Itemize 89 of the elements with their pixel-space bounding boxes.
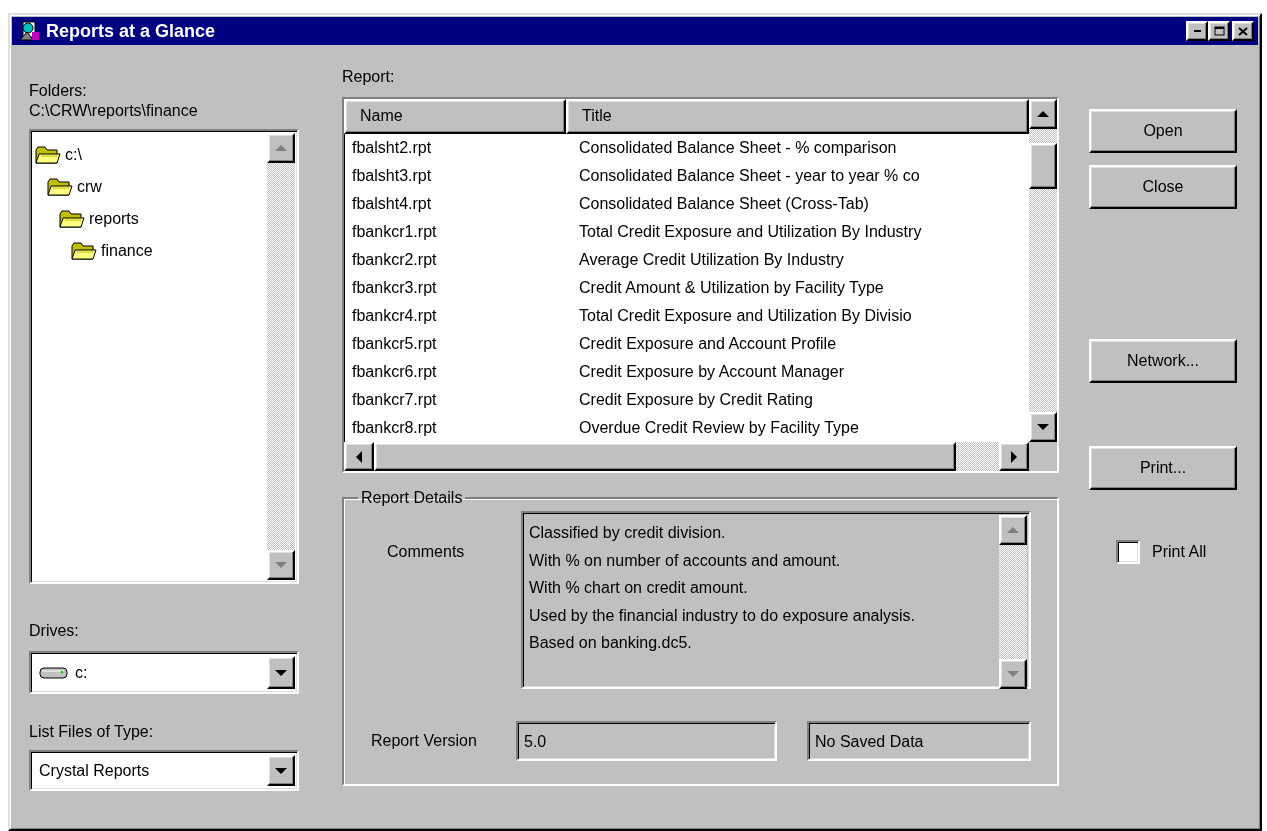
down-arrow-icon	[275, 669, 287, 676]
dropdown-button[interactable]	[267, 656, 295, 689]
report-title-cell-text: Total Credit Exposure and Utilization By Divisio	[578, 307, 913, 325]
scroll-left-button[interactable]	[344, 442, 374, 471]
app-icon	[18, 20, 40, 42]
column-header[interactable]: Name	[344, 99, 566, 134]
report-title-cell-text: Credit Amount & Utilization by Facility Type	[578, 279, 885, 297]
version-label: Report Version	[370, 731, 478, 751]
scroll-down-button[interactable]	[999, 659, 1027, 689]
left-arrow-icon	[356, 450, 362, 463]
report-title-cell-text: Average Credit Utilization By Industry	[578, 251, 845, 269]
scroll-down-button[interactable]	[267, 550, 295, 580]
vertical-scrollbar[interactable]	[267, 133, 295, 580]
drive-dropdown[interactable]: c:	[29, 651, 299, 694]
report-title-cell-text: Consolidated Balance Sheet - year to year % co	[578, 167, 921, 185]
print-all-checkbox[interactable]	[1116, 540, 1140, 564]
window-title: Reports at a Glance	[46, 20, 217, 42]
file-name-cell-text: fbankcr4.rpt	[351, 307, 438, 325]
drive-label: Drives:	[29, 621, 80, 641]
folder-tree[interactable]: c:\ crw reports finance	[29, 129, 299, 584]
dialog-button[interactable]: Network...	[1089, 339, 1237, 383]
scroll-down-button[interactable]	[1029, 412, 1057, 442]
horizontal-scrollbar[interactable]	[344, 442, 1029, 471]
maximize-icon	[1213, 26, 1225, 36]
down-arrow-icon	[275, 562, 287, 568]
report-title-cell-text: Total Credit Exposure and Utilization By Industry	[578, 223, 923, 241]
file-type-label: List Files of Type:	[29, 722, 155, 742]
report-title-cell-text: Consolidated Balance Sheet (Cross-Tab)	[578, 195, 870, 213]
saved-data-field[interactable]: No Saved Data	[807, 721, 1031, 761]
file-name-cell-text: fbalsht2.rpt	[351, 139, 433, 157]
up-arrow-icon	[275, 145, 287, 151]
report-list[interactable]	[342, 97, 1059, 473]
file-name-cell-text: fbankcr8.rpt	[351, 419, 438, 437]
right-arrow-icon	[1011, 450, 1017, 463]
report-title-cell-text: Credit Exposure and Account Profile	[578, 335, 838, 353]
report-title-cell-text: Consolidated Balance Sheet - % comparison	[578, 139, 898, 157]
dropdown-button[interactable]	[267, 755, 295, 786]
down-arrow-icon	[275, 767, 287, 774]
close-button[interactable]	[1232, 21, 1254, 41]
vertical-scrollbar[interactable]	[999, 515, 1027, 689]
folder-path: C:\CRW\reports\finance	[29, 101, 199, 121]
folder-item[interactable]: finance	[71, 235, 153, 267]
report-title-cell-text: Credit Exposure by Account Manager	[578, 363, 846, 381]
scroll-thumb[interactable]	[374, 442, 956, 471]
down-arrow-icon	[1007, 671, 1019, 677]
report-label: Report:	[342, 67, 396, 87]
dialog-button[interactable]: Print...	[1089, 446, 1237, 490]
file-name-cell-text: fbalsht4.rpt	[351, 195, 433, 213]
file-name-cell-text: fbalsht3.rpt	[351, 167, 433, 185]
comments-field[interactable]: Classified by credit division. With % on number of accounts and amount. With % chart on credit amount. Used by the financial industry to do exposure analysis. Based on banking.dc5.	[521, 511, 1031, 689]
scrollbar-corner	[1029, 442, 1057, 471]
report-title-cell-text: Overdue Credit Review by Facility Type	[578, 419, 860, 437]
up-arrow-icon	[1007, 527, 1019, 533]
file-type-dropdown[interactable]: Crystal Reports	[29, 750, 299, 791]
folder-icon	[35, 145, 61, 165]
vertical-scrollbar[interactable]	[1029, 99, 1057, 442]
scroll-thumb[interactable]	[1029, 143, 1057, 189]
version-field[interactable]: 5.0	[516, 721, 777, 761]
scroll-right-button[interactable]	[999, 442, 1029, 471]
folder-icon	[47, 177, 73, 197]
file-name-cell-text: fbankcr5.rpt	[351, 335, 438, 353]
scroll-up-button[interactable]	[999, 515, 1027, 545]
folders-label: Folders:	[29, 81, 88, 101]
folder-item[interactable]: crw	[47, 171, 102, 203]
folder-item[interactable]: reports	[59, 203, 139, 235]
folder-item[interactable]: c:\	[35, 139, 82, 171]
file-name-cell-text: fbankcr6.rpt	[351, 363, 438, 381]
file-name-cell-text: fbankcr3.rpt	[351, 279, 438, 297]
maximize-button[interactable]	[1208, 21, 1230, 41]
report-title-cell-text: Credit Exposure by Credit Rating	[578, 391, 814, 409]
group-title: Report Details	[360, 488, 464, 508]
minimize-icon	[1193, 30, 1201, 32]
folder-icon	[59, 209, 85, 229]
folder-icon	[71, 241, 97, 261]
dialog-button[interactable]: Close	[1089, 165, 1237, 209]
comments-label: Comments	[386, 542, 466, 562]
down-arrow-icon	[1037, 424, 1049, 430]
column-header[interactable]: Title	[566, 99, 1029, 134]
close-icon	[1238, 26, 1248, 36]
scroll-up-button[interactable]	[1029, 99, 1057, 129]
print-all-label: Print All	[1152, 542, 1207, 562]
scroll-up-button[interactable]	[267, 133, 295, 163]
file-name-cell-text: fbankcr1.rpt	[351, 223, 438, 241]
drive-icon	[39, 664, 69, 681]
dialog-button[interactable]: Open	[1089, 109, 1237, 153]
minimize-button[interactable]	[1186, 21, 1208, 41]
file-name-cell-text: fbankcr2.rpt	[351, 251, 438, 269]
up-arrow-icon	[1037, 111, 1049, 117]
file-name-cell-text: fbankcr7.rpt	[351, 391, 438, 409]
